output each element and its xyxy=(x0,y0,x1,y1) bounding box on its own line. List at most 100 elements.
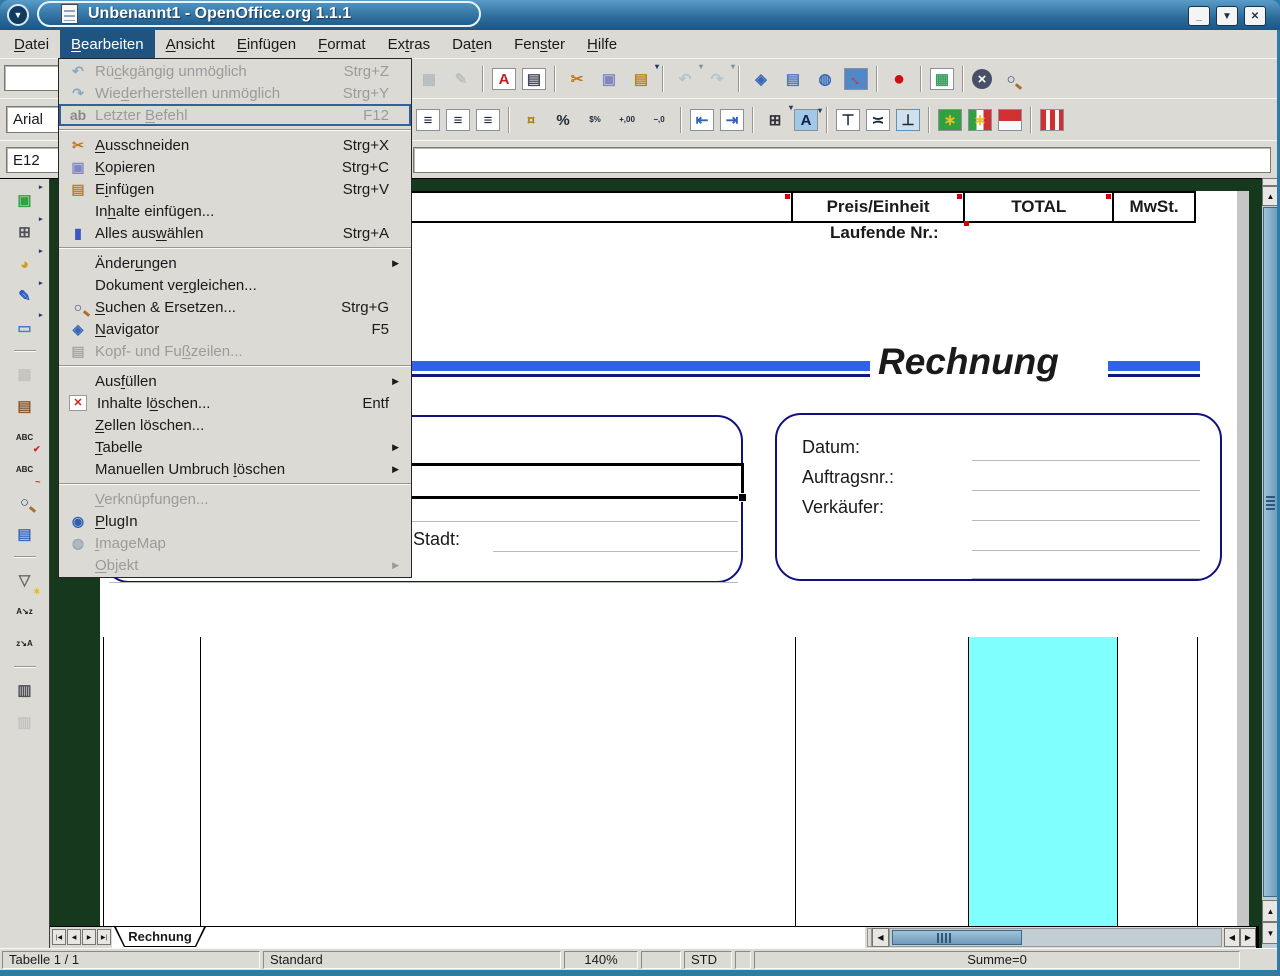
menu-item-ausfuellen[interactable]: Ausfüllen▶ xyxy=(59,370,411,392)
menu-datei[interactable]: Datei xyxy=(3,30,60,58)
red-block-icon[interactable] xyxy=(998,109,1022,131)
menu-extras[interactable]: Extras xyxy=(377,30,442,58)
autospellcheck-icon[interactable]: ABC~ xyxy=(12,457,38,483)
menu-item-ausschneiden[interactable]: ✂AusschneidenStrg+X xyxy=(59,134,411,156)
first-sheet-icon[interactable]: |◀ xyxy=(52,929,66,945)
status-zoom-level[interactable]: 140% xyxy=(564,951,638,969)
percent-icon[interactable]: % xyxy=(550,107,576,133)
align-bottom-icon[interactable]: ⊥ xyxy=(896,109,920,131)
find-replace-icon[interactable]: ○ xyxy=(12,489,38,515)
insert-cells-icon[interactable]: ⊞▸ xyxy=(12,219,38,245)
status-selection-mode[interactable]: STD xyxy=(684,951,732,969)
form-icon[interactable]: ▭▸ xyxy=(12,315,38,341)
currency-icon[interactable]: ¤ xyxy=(518,107,544,133)
verkaeufer-label: Verkäufer: xyxy=(802,497,884,518)
data-sources-icon[interactable]: ▤ xyxy=(12,521,38,547)
menu-item-label: Verknüpfungen... xyxy=(95,491,371,508)
insert-chart-icon[interactable]: ◕▸ xyxy=(12,251,38,277)
menu-item-dokument-vergleichen[interactable]: Dokument vergleichen... xyxy=(59,274,411,296)
titlebar[interactable]: ▼ Unbenannt1 - OpenOffice.org 1.1.1 _ ▼ … xyxy=(0,0,1280,30)
hscroll-left-icon-2[interactable]: ◀ xyxy=(1224,928,1240,947)
new-style-icon[interactable]: ∗ xyxy=(938,109,962,131)
align-top-icon[interactable]: ⊤ xyxy=(836,109,860,131)
menu-item-label: Wiederherstellen unmöglich xyxy=(95,85,325,102)
stylist-icon[interactable]: ▤ xyxy=(780,66,806,92)
delete-decimal-icon[interactable]: −,0 xyxy=(646,107,672,133)
hscroll-right-icon[interactable]: ▶ xyxy=(1240,928,1256,947)
menu-einfuegen[interactable]: Einfügen xyxy=(226,30,307,58)
update-style-icon[interactable]: ∗ xyxy=(968,109,992,131)
insert-icon[interactable]: ▣▸ xyxy=(12,187,38,213)
hscroll-left-icon[interactable]: ◀ xyxy=(872,928,889,947)
zoom-icon[interactable]: ↔ xyxy=(844,68,868,90)
status-page-style[interactable]: Standard xyxy=(263,951,561,969)
image-icon[interactable]: ▦ xyxy=(930,68,954,90)
menu-fenster[interactable]: Fenster xyxy=(503,30,576,58)
prev-sheet-icon[interactable]: ◀ xyxy=(67,929,81,945)
align-right-icon[interactable]: ≡ xyxy=(446,109,470,131)
stadt-label: Stadt: xyxy=(413,529,460,550)
add-decimal-icon[interactable]: +,00 xyxy=(614,107,640,133)
close-button[interactable]: ✕ xyxy=(1244,6,1266,26)
menu-item-navigator[interactable]: ◈NavigatorF5 xyxy=(59,318,411,340)
record-icon[interactable]: ● xyxy=(886,66,912,92)
imagemap-icon: ◍ xyxy=(66,536,90,550)
decrease-indent-icon[interactable]: ⇤ xyxy=(690,109,714,131)
menu-item-einfuegen[interactable]: ▤EinfügenStrg+V xyxy=(59,178,411,200)
formula-input[interactable] xyxy=(413,147,1271,173)
menu-daten[interactable]: Daten xyxy=(441,30,503,58)
menu-item-kopieren[interactable]: ▣KopierenStrg+C xyxy=(59,156,411,178)
group-icon[interactable]: ▥ xyxy=(12,677,38,703)
print-icon[interactable]: ▤ xyxy=(522,68,546,90)
menu-format[interactable]: Format xyxy=(307,30,377,58)
total-column-fill[interactable] xyxy=(968,637,1117,926)
autofilter-icon[interactable]: ▽∗ xyxy=(12,567,38,593)
paste-icon[interactable]: ▤▾ xyxy=(628,66,654,92)
draw-functions-icon[interactable]: ✎▸ xyxy=(12,283,38,309)
align-center-icon[interactable]: ≡ xyxy=(416,109,440,131)
gallery-icon[interactable]: ◍ xyxy=(812,66,838,92)
menu-item-tabelle[interactable]: Tabelle▶ xyxy=(59,436,411,458)
menu-item-suchen-ersetzen[interactable]: ○Suchen & Ersetzen...Strg+G xyxy=(59,296,411,318)
sort-descending-icon[interactable]: z↘A xyxy=(12,631,38,657)
submenu-arrow-icon: ▶ xyxy=(389,258,399,269)
vertical-scroll-thumb[interactable] xyxy=(1263,207,1278,897)
justify-icon[interactable]: ≡ xyxy=(476,109,500,131)
menu-item-inhalte-einfuegen[interactable]: Inhalte einfügen... xyxy=(59,200,411,222)
status-sum[interactable]: Summe=0 xyxy=(754,951,1240,969)
menu-bearbeiten[interactable]: Bearbeiten xyxy=(60,30,155,58)
menu-ansicht[interactable]: Ansicht xyxy=(155,30,226,58)
menu-hilfe[interactable]: Hilfe xyxy=(576,30,628,58)
export-pdf-icon[interactable]: A xyxy=(492,68,516,90)
maximize-button[interactable]: ▼ xyxy=(1216,6,1238,26)
menu-item-inhalte-loeschen[interactable]: ✕Inhalte löschen...Entf xyxy=(59,392,411,414)
spellcheck-icon[interactable]: ABC✔ xyxy=(12,425,38,451)
standard-format-icon[interactable]: $% xyxy=(582,107,608,133)
menu-item-wiederherstellen: ↷Wiederherstellen unmöglichStrg+Y xyxy=(59,82,411,104)
cut-icon[interactable]: ✂ xyxy=(564,66,590,92)
menu-item-zellen-loeschen[interactable]: Zellen löschen... xyxy=(59,414,411,436)
minimize-button[interactable]: _ xyxy=(1188,6,1210,26)
menu-item-aenderungen[interactable]: Änderungen▶ xyxy=(59,252,411,274)
sort-ascending-icon[interactable]: A↘z xyxy=(12,599,38,625)
autoformat-icon[interactable]: ▤ xyxy=(12,393,38,419)
last-sheet-icon[interactable]: ▶| xyxy=(97,929,111,945)
menu-item-plugin[interactable]: ◉PlugIn xyxy=(59,510,411,532)
sheet-tab-rechnung[interactable]: Rechnung xyxy=(114,927,206,947)
horizontal-scroll-thumb[interactable] xyxy=(892,930,1022,945)
horizontal-scrollbar[interactable] xyxy=(889,928,1222,947)
window-menu-icon[interactable]: ▼ xyxy=(7,4,29,26)
menu-item-umbruch-loeschen[interactable]: Manuellen Umbruch löschen▶ xyxy=(59,458,411,480)
invoice-title: Rechnung xyxy=(878,341,1059,383)
menu-item-alles-auswaehlen[interactable]: ▮Alles auswählenStrg+A xyxy=(59,222,411,244)
copy-icon[interactable]: ▣ xyxy=(596,66,622,92)
borders-icon[interactable]: ⊞▾ xyxy=(762,107,788,133)
align-middle-icon[interactable]: ≍ xyxy=(866,109,890,131)
navigator-icon[interactable]: ◈ xyxy=(748,66,774,92)
page-preview-icon[interactable]: ○ xyxy=(998,66,1024,92)
stop-icon[interactable]: × xyxy=(972,69,992,89)
background-color-icon[interactable]: A▾ xyxy=(794,109,818,131)
next-sheet-icon[interactable]: ▶ xyxy=(82,929,96,945)
red-columns-icon[interactable] xyxy=(1040,109,1064,131)
increase-indent-icon[interactable]: ⇥ xyxy=(720,109,744,131)
